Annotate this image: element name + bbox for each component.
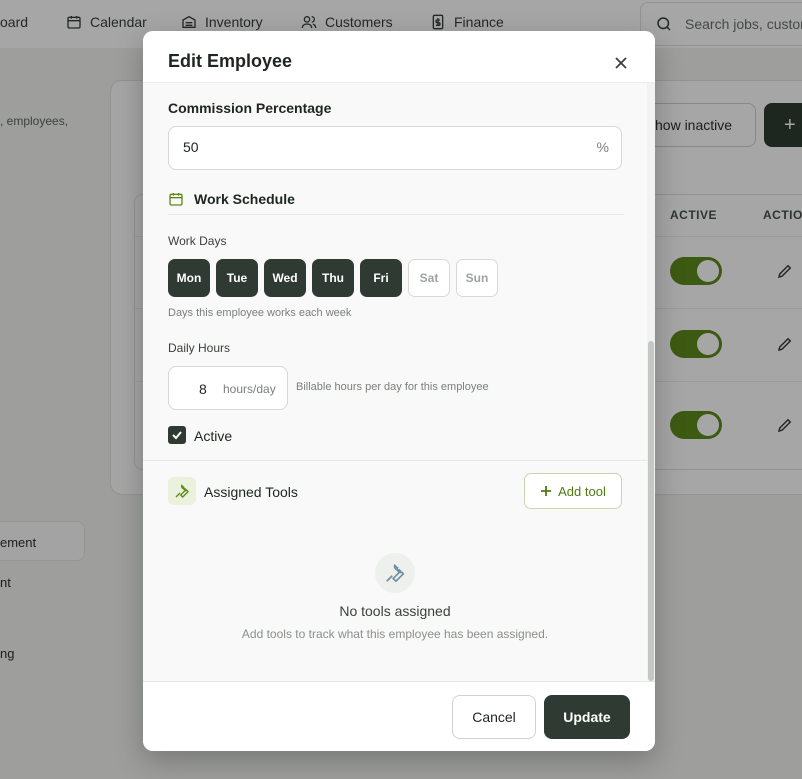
day-toggle-wed[interactable]: Wed: [264, 259, 306, 297]
assigned-tools-title: Assigned Tools: [204, 484, 298, 500]
empty-state-subtitle: Add tools to track what this employee ha…: [241, 627, 549, 641]
day-toggle-mon[interactable]: Mon: [168, 259, 210, 297]
work-schedule-heading: Work Schedule: [168, 191, 295, 207]
active-checkbox[interactable]: [168, 426, 186, 444]
add-tool-label: Add tool: [558, 483, 606, 499]
dialog-footer: Cancel Update: [143, 681, 655, 751]
tools-icon-badge: [168, 477, 196, 505]
day-toggle-tue[interactable]: Tue: [216, 259, 258, 297]
daily-hours-input[interactable]: 8 hours/day: [168, 366, 288, 410]
empty-state-title: No tools assigned: [339, 603, 451, 619]
close-icon: [615, 57, 627, 69]
day-toggle-sat[interactable]: Sat: [408, 259, 450, 297]
plus-icon: [541, 486, 552, 496]
daily-hours-label: Daily Hours: [168, 341, 231, 355]
commission-field[interactable]: %: [168, 126, 622, 170]
day-toggle-fri[interactable]: Fri: [360, 259, 402, 297]
wrench-icon: [175, 484, 189, 498]
active-label[interactable]: Active: [194, 428, 232, 444]
edit-employee-dialog: Edit Employee Commission Percentage % Wo…: [143, 31, 655, 751]
commission-label: Commission Percentage: [168, 100, 332, 116]
check-icon: [172, 431, 182, 440]
dialog-header: Edit Employee: [143, 31, 655, 83]
empty-state-icon-badge: [375, 553, 415, 593]
wrench-icon: [386, 563, 405, 583]
add-tool-button[interactable]: Add tool: [524, 473, 622, 509]
section-title: Work Schedule: [194, 191, 295, 207]
hours-unit: hours/day: [223, 382, 276, 396]
work-days-label: Work Days: [168, 234, 227, 248]
update-button[interactable]: Update: [544, 695, 630, 739]
dialog-title: Edit Employee: [168, 51, 293, 71]
work-days-selector: Mon Tue Wed Thu Fri Sat Sun: [168, 259, 498, 297]
day-toggle-thu[interactable]: Thu: [312, 259, 354, 297]
close-button[interactable]: [611, 53, 631, 73]
commission-input[interactable]: [183, 139, 563, 155]
scrollbar-thumb[interactable]: [648, 341, 654, 681]
percent-suffix: %: [596, 139, 609, 155]
day-toggle-sun[interactable]: Sun: [456, 259, 498, 297]
calendar-icon: [169, 193, 183, 206]
hours-value: 8: [199, 381, 207, 397]
section-divider: [168, 214, 624, 215]
section-divider: [143, 460, 655, 461]
work-days-hint: Days this employee works each week: [168, 307, 352, 319]
daily-hours-hint: Billable hours per day for this employee: [296, 381, 489, 393]
cancel-button[interactable]: Cancel: [452, 695, 536, 739]
